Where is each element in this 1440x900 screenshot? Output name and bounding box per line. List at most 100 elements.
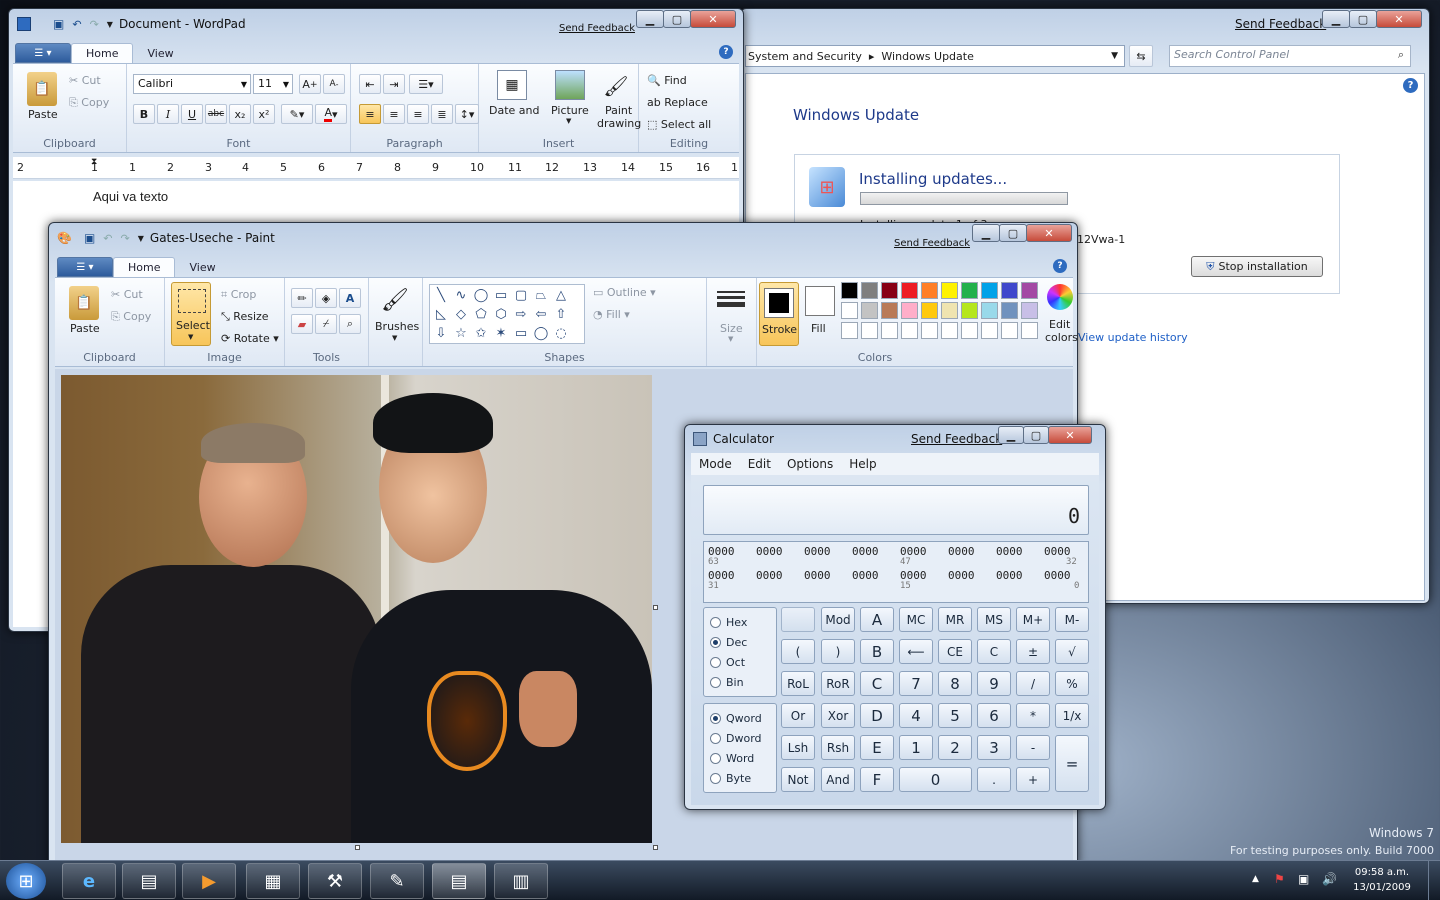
increase-indent-button[interactable]: ⇥ — [383, 74, 405, 94]
edit-colors-button[interactable]: Edit — [1049, 318, 1070, 331]
ruler[interactable]: 2 1 1 2 3 4 5 6 7 8 9 10 11 12 13 14 15 16 1 ⧗ — [13, 157, 739, 179]
key-xor[interactable]: Xor — [821, 703, 855, 728]
key-1[interactable]: 1 — [899, 735, 933, 760]
key-back[interactable]: ⟵ — [899, 639, 933, 664]
show-desktop-button[interactable] — [1428, 861, 1440, 900]
palette-swatch[interactable] — [941, 302, 958, 319]
key-3[interactable]: 3 — [977, 735, 1011, 760]
maximize-button[interactable]: ▢ — [999, 224, 1027, 242]
key-2[interactable]: 2 — [938, 735, 972, 760]
align-center-button[interactable]: ≡ — [383, 104, 405, 124]
align-right-button[interactable]: ≡ — [407, 104, 429, 124]
edit-colors-icon[interactable] — [1047, 284, 1073, 310]
copy-button[interactable]: ⎘ Copy — [111, 310, 151, 324]
decrease-indent-button[interactable]: ⇤ — [359, 74, 381, 94]
key-pct[interactable]: % — [1055, 671, 1089, 696]
italic-button[interactable]: I — [157, 104, 179, 124]
key-mplus[interactable]: M+ — [1016, 607, 1050, 632]
quick-save-icon[interactable]: ▣ — [53, 17, 64, 31]
breadcrumb-windows-update[interactable]: Windows Update — [881, 50, 973, 63]
palette-swatch[interactable] — [861, 302, 878, 319]
close-button[interactable]: ✕ — [1376, 10, 1422, 28]
strikethrough-button[interactable]: abc — [205, 104, 227, 124]
outline-button[interactable]: ▭ Outline ▾ — [593, 286, 656, 299]
taskbar-internet-explorer[interactable]: e — [62, 863, 116, 899]
shape-callout-oval-icon[interactable]: ◯ — [531, 324, 551, 343]
close-button[interactable]: ✕ — [1026, 224, 1072, 242]
palette-swatch[interactable] — [941, 322, 958, 339]
shape-left-arrow-icon[interactable]: ⇦ — [531, 305, 551, 324]
palette-swatch[interactable] — [981, 322, 998, 339]
key-0[interactable]: 0 — [899, 767, 972, 792]
minimize-button[interactable]: ▁ — [1322, 10, 1350, 28]
replace-button[interactable]: ab Replace — [647, 96, 708, 109]
key-lp[interactable]: ( — [781, 639, 815, 664]
key-mul[interactable]: * — [1016, 703, 1050, 728]
key-not[interactable]: Not — [781, 767, 815, 792]
palette-swatch[interactable] — [1021, 302, 1038, 319]
network-icon[interactable]: ▣ — [1298, 872, 1309, 886]
shape-diamond-icon[interactable]: ◇ — [451, 305, 471, 324]
shape-rounded-rectangle-icon[interactable]: ▢ — [511, 286, 531, 305]
calculator-send-feedback[interactable]: Send Feedback — [911, 432, 1002, 446]
key-ce[interactable]: CE — [938, 639, 972, 664]
key-rol[interactable]: RoL — [781, 671, 815, 696]
stop-installation-button[interactable]: ⛨ Stop installation — [1191, 256, 1323, 277]
tab-home[interactable]: Home — [71, 43, 134, 63]
palette-swatch[interactable] — [901, 282, 918, 299]
stroke-color-button[interactable]: Stroke — [759, 282, 799, 346]
shape-up-arrow-icon[interactable]: ⇧ — [551, 305, 571, 324]
quick-access-dropdown-icon[interactable]: ▼ — [138, 234, 144, 243]
refresh-button[interactable]: ⇆ — [1129, 45, 1153, 67]
key-c[interactable]: C — [977, 639, 1011, 664]
indent-marker-icon[interactable]: ⧗ — [91, 157, 97, 167]
key-cc[interactable]: C — [860, 671, 894, 696]
breadcrumb-system-security[interactable]: System and Security — [748, 50, 862, 63]
shapes-gallery[interactable]: ╲ ∿ ◯ ▭ ▢ ⏢ △ ◺ ◇ ⬠ ⬡ ⇨ ⇦ ⇧ ⇩ ☆ ✩ ✶ ▭ ◯ ◌ — [429, 284, 585, 344]
key-div[interactable]: / — [1016, 671, 1050, 696]
shape-polygon-icon[interactable]: ⏢ — [531, 286, 551, 305]
undo-icon[interactable]: ↶ — [72, 18, 81, 31]
calendar-icon[interactable]: ▦ — [497, 70, 527, 100]
taskbar-media-player[interactable]: ▶ — [182, 863, 236, 899]
maximize-button[interactable]: ▢ — [1023, 426, 1049, 444]
help-icon[interactable]: ? — [719, 45, 733, 59]
palette-swatch[interactable] — [961, 322, 978, 339]
taskbar-calculator[interactable]: ▤ — [432, 863, 486, 899]
font-size-select[interactable]: 11 ▼ — [253, 74, 293, 94]
key-9[interactable]: 9 — [977, 671, 1011, 696]
palette-swatch[interactable] — [861, 322, 878, 339]
palette-swatch[interactable] — [841, 282, 858, 299]
close-button[interactable]: ✕ — [1048, 426, 1092, 444]
paint-send-feedback[interactable]: Send Feedback — [894, 238, 970, 249]
close-button[interactable]: ✕ — [690, 10, 736, 28]
pencil-icon[interactable]: ✏ — [291, 288, 313, 308]
palette-swatch[interactable] — [901, 302, 918, 319]
select-all-button[interactable]: ⬚ Select all — [647, 118, 711, 131]
taskbar-tools[interactable]: ⚒ — [308, 863, 362, 899]
shape-oval-icon[interactable]: ◯ — [471, 286, 491, 305]
shape-right-triangle-icon[interactable]: ◺ — [431, 305, 451, 324]
key-7[interactable]: 7 — [899, 671, 933, 696]
chevron-down-icon[interactable]: ▼ — [392, 334, 397, 342]
shape-curve-icon[interactable]: ∿ — [451, 286, 471, 305]
paint-drawing-icon[interactable]: 🖌 — [603, 70, 629, 102]
wordpad-send-feedback[interactable]: Send Feedback — [559, 23, 635, 34]
shape-line-icon[interactable]: ╲ — [431, 286, 451, 305]
palette-swatch[interactable] — [901, 322, 918, 339]
underline-button[interactable]: U — [181, 104, 203, 124]
quick-access-dropdown-icon[interactable]: ▼ — [107, 20, 113, 29]
search-input[interactable]: Search Control Panel ⌕ — [1169, 45, 1411, 67]
text-tool-icon[interactable]: A — [339, 288, 361, 308]
minimize-button[interactable]: ▁ — [636, 10, 664, 28]
paste-button[interactable]: Paste — [70, 322, 100, 335]
palette-swatch[interactable] — [941, 282, 958, 299]
fill-button[interactable]: ◔ Fill ▾ — [593, 308, 630, 321]
palette-swatch[interactable] — [961, 282, 978, 299]
wordpad-app-menu-button[interactable]: ☰ ▾ — [15, 43, 71, 63]
taskbar-wordpad[interactable]: ▥ — [494, 863, 548, 899]
fill-color-button[interactable] — [805, 286, 835, 316]
key-and[interactable]: And — [821, 767, 855, 792]
crop-button[interactable]: ⌗ Crop — [221, 288, 256, 302]
key-ms[interactable]: MS — [977, 607, 1011, 632]
